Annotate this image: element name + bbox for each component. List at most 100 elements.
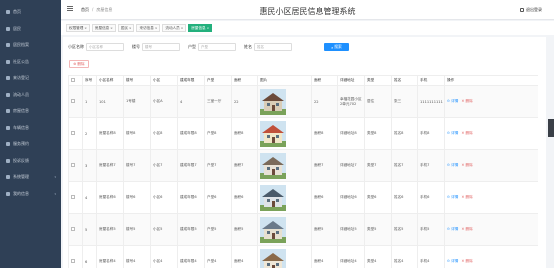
sidebar-item-3[interactable]: 社区公告	[0, 54, 61, 71]
row-checkbox-cell[interactable]	[68, 85, 83, 118]
close-icon[interactable]: ×	[84, 26, 87, 30]
row-checkbox[interactable]	[71, 195, 75, 199]
feedback-icon	[6, 158, 10, 163]
cell-area: 小区4	[150, 245, 178, 268]
row-checkbox-cell[interactable]	[68, 245, 83, 268]
detail-link[interactable]: ⊙ 详情	[447, 259, 458, 264]
sidebar-item-2[interactable]: 居民档案	[0, 37, 61, 54]
cell-size: 22	[231, 85, 258, 118]
delete-link[interactable]: ✕ 删除	[461, 163, 472, 168]
row-checkbox-cell[interactable]	[68, 213, 83, 246]
table-row: 5 房屋名称5 楼号5 小区5 建成年限5 户型5 面积5 面积5 详细地址5 类型5 姓名5 手机5…	[68, 213, 538, 246]
column-header: 小区名称	[96, 75, 124, 86]
row-checkbox[interactable]	[71, 163, 75, 167]
delete-button[interactable]: ⊗ 删除	[69, 60, 89, 68]
detail-link[interactable]: ⊙ 详情	[447, 163, 458, 168]
cell-size: 面积8	[231, 117, 258, 150]
column-header: 户型	[204, 75, 232, 86]
sidebar-item-label: 来访登记	[13, 75, 29, 81]
tab-0[interactable]: 权限管理 ×	[66, 24, 90, 32]
row-checkbox-cell[interactable]	[68, 117, 83, 150]
close-icon[interactable]: ×	[207, 26, 210, 30]
row-checkbox-cell[interactable]	[68, 181, 83, 214]
detail-link[interactable]: ⊙ 详情	[447, 195, 458, 200]
people-icon	[6, 92, 10, 97]
tab-5[interactable]: 房屋信息 ×	[188, 24, 213, 32]
column-header: 面积	[231, 75, 258, 86]
row-checkbox[interactable]	[71, 99, 75, 103]
select-all-checkbox[interactable]	[71, 78, 75, 82]
row-checkbox-cell[interactable]	[68, 149, 83, 182]
car-icon	[6, 125, 10, 130]
delete-label: 删除	[465, 99, 473, 103]
cell-type: 户型5	[204, 213, 232, 246]
cell-address: 详细地址6	[337, 181, 365, 214]
sidebar-item-label: 社区公告	[13, 58, 29, 64]
cell-size: 面积4	[231, 245, 258, 268]
delete-link[interactable]: ✕ 删除	[461, 259, 472, 264]
tab-2[interactable]: 居民 ×	[117, 24, 135, 32]
row-checkbox[interactable]	[71, 259, 75, 263]
sidebar-item-6[interactable]: 房屋信息	[0, 103, 61, 120]
cell-building: 楼号7	[123, 149, 151, 182]
column-header: 手机	[417, 75, 445, 86]
cell-no: 1	[82, 85, 97, 118]
sidebar-item-0[interactable]: 首页	[0, 4, 61, 21]
sidebar-item-4[interactable]: 来访登记	[0, 70, 61, 87]
logout-button[interactable]: 退出登录	[520, 7, 542, 13]
house-icon	[6, 109, 10, 114]
column-header: 序号	[82, 75, 97, 86]
sidebar-item-11[interactable]: 我的信息 ▾	[0, 186, 61, 203]
search-input[interactable]: 姓名	[254, 43, 292, 51]
tab-label: 房屋信息	[94, 25, 110, 30]
column-header: 详细地址	[337, 75, 365, 86]
detail-label: 详情	[451, 163, 459, 167]
tab-3[interactable]: 来访信息 ×	[136, 24, 161, 32]
scrollbar-thumb[interactable]	[548, 119, 554, 137]
tab-1[interactable]: 房屋信息 ×	[91, 24, 116, 32]
cell-address: 详细地址8	[337, 117, 365, 150]
sidebar-item-10[interactable]: 系统管理 ▾	[0, 169, 61, 186]
search-input[interactable]: 户型	[198, 43, 236, 51]
tab-label: 流动人员	[165, 25, 180, 30]
column-header[interactable]	[68, 75, 83, 86]
column-header: 小区	[150, 75, 178, 86]
sidebar-item-label: 我的信息	[13, 190, 29, 196]
search-field-label: 楼号	[132, 44, 140, 49]
delete-link[interactable]: ✕ 删除	[461, 227, 472, 232]
sidebar-item-7[interactable]: 车辆信息	[0, 120, 61, 137]
cell-area: 小区6	[150, 181, 178, 214]
delete-link[interactable]: ✕ 删除	[461, 131, 472, 136]
table-row: 4 房屋名称6 楼号6 小区6 建成年限6 户型6 面积6 面积6 详细地址6 类型6 姓名6 手机6…	[68, 181, 538, 214]
delete-link[interactable]: ✕ 删除	[461, 195, 472, 200]
sidebar-item-9[interactable]: 投诉反馈	[0, 153, 61, 170]
cell-kind: 居住	[364, 85, 392, 118]
detail-label: 详情	[451, 259, 459, 263]
table-header: 序号 小区名称 楼号 小区 建成年限 户型 面积 图片 面积 详细地址 类型 姓名 手机 操作	[68, 75, 538, 86]
tab-4[interactable]: 流动人员 ×	[162, 24, 187, 32]
close-icon[interactable]: ×	[155, 26, 158, 30]
cell-kind: 类型7	[364, 149, 392, 182]
cell-size2: 面积8	[311, 117, 338, 150]
delete-link[interactable]: ✕ 删除	[461, 99, 472, 104]
cell-building: 楼号5	[123, 213, 151, 246]
sidebar-item-1[interactable]: 居民	[0, 21, 61, 38]
cell-address: 幸福花园小区2单元702	[337, 85, 365, 118]
search-row: 小区名称 小区名称 楼号 楼号 户型 户型 姓名 姓名	[68, 43, 300, 51]
close-icon[interactable]: ×	[110, 26, 113, 30]
close-icon[interactable]: ×	[129, 26, 132, 30]
row-checkbox[interactable]	[71, 227, 75, 231]
row-checkbox[interactable]	[71, 131, 75, 135]
detail-link[interactable]: ⊙ 详情	[447, 131, 458, 136]
service-icon	[6, 142, 10, 147]
close-icon[interactable]: ×	[181, 26, 184, 30]
detail-link[interactable]: ⊙ 详情	[447, 99, 458, 104]
cell-size2: 面积6	[311, 181, 338, 214]
search-input[interactable]: 楼号	[142, 43, 180, 51]
sidebar-item-5[interactable]: 流动人员	[0, 87, 61, 104]
detail-link[interactable]: ⊙ 详情	[447, 227, 458, 232]
search-button[interactable]: ⌕ 搜索	[324, 43, 349, 51]
house-image	[260, 248, 286, 268]
search-input[interactable]: 小区名称	[86, 43, 124, 51]
sidebar-item-8[interactable]: 服务预约	[0, 136, 61, 153]
